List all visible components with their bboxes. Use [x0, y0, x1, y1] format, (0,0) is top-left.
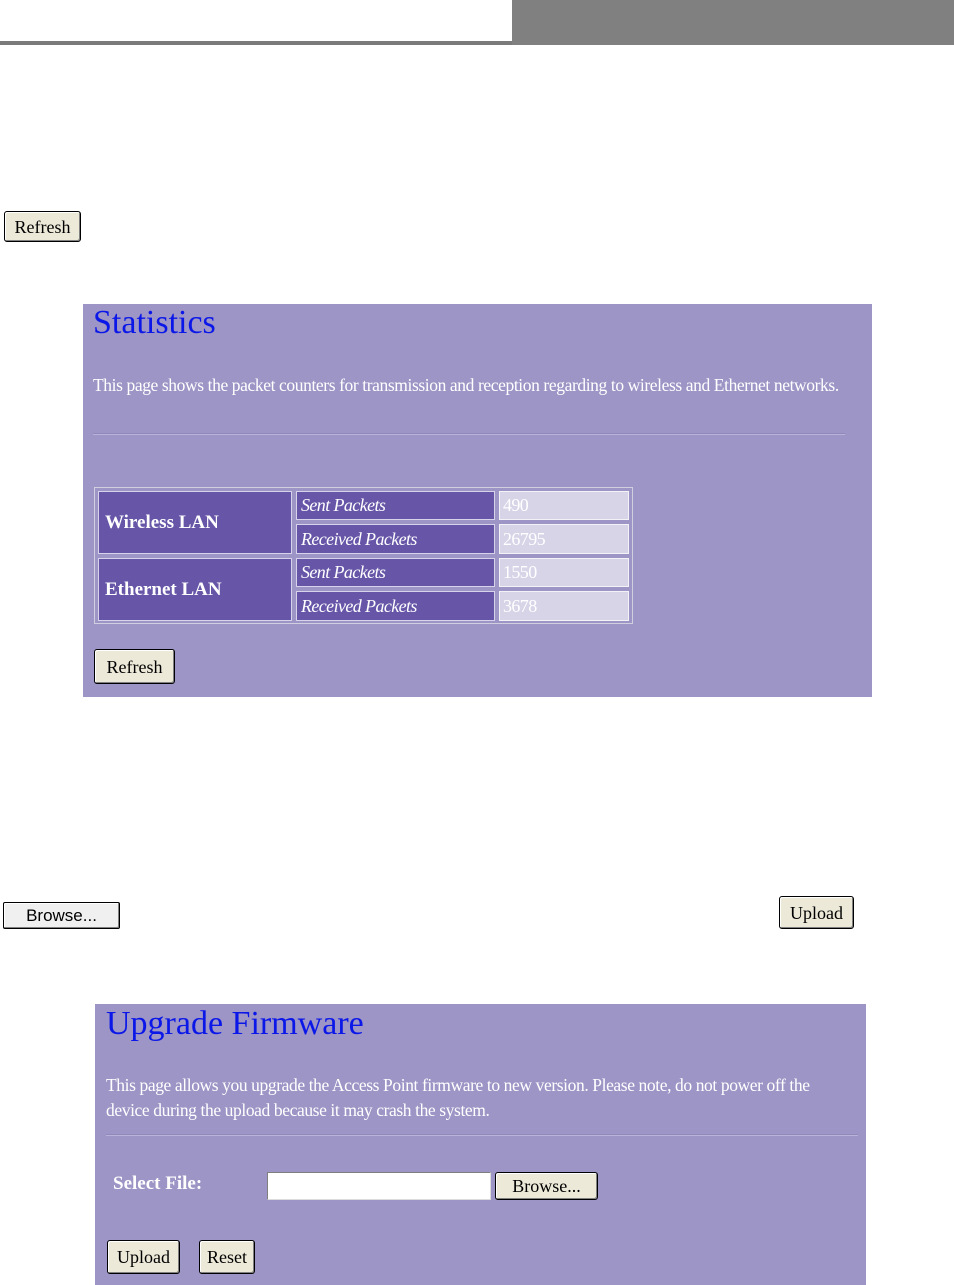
metric-ethernet-received-label: Received Packets [296, 591, 495, 621]
browse-button-standalone[interactable]: Browse... [3, 902, 120, 929]
refresh-button-standalone[interactable]: Refresh [4, 211, 81, 242]
statistics-divider [93, 433, 845, 435]
metric-wireless-received-label: Received Packets [296, 524, 495, 554]
statistics-table: Wireless LAN Sent Packets 490 Received P… [94, 487, 633, 624]
metric-ethernet-sent-value: 1550 [499, 558, 629, 587]
group-wireless-lan: Wireless LAN [98, 491, 292, 554]
metric-wireless-sent-label: Sent Packets [296, 491, 495, 520]
upgrade-upload-button[interactable]: Upload [107, 1240, 180, 1274]
upgrade-divider [106, 1134, 858, 1136]
statistics-title: Statistics [93, 304, 216, 341]
upgrade-reset-button[interactable]: Reset [199, 1240, 255, 1274]
file-path-input[interactable] [267, 1172, 491, 1200]
metric-wireless-sent-value: 490 [499, 491, 629, 520]
metric-ethernet-sent-label: Sent Packets [296, 558, 495, 587]
header-rule [0, 41, 512, 45]
statistics-refresh-button[interactable]: Refresh [94, 649, 175, 684]
upgrade-title: Upgrade Firmware [106, 1005, 364, 1042]
statistics-description: This page shows the packet counters for … [93, 375, 839, 395]
upgrade-browse-button[interactable]: Browse... [495, 1172, 598, 1200]
metric-ethernet-received-value: 3678 [499, 591, 629, 621]
upload-button-standalone[interactable]: Upload [779, 896, 854, 929]
group-ethernet-lan: Ethernet LAN [98, 558, 292, 621]
upgrade-description: This page allows you upgrade the Access … [106, 1075, 810, 1120]
select-file-label: Select File: [113, 1173, 203, 1194]
metric-wireless-received-value: 26795 [499, 524, 629, 554]
header-block [512, 0, 954, 45]
